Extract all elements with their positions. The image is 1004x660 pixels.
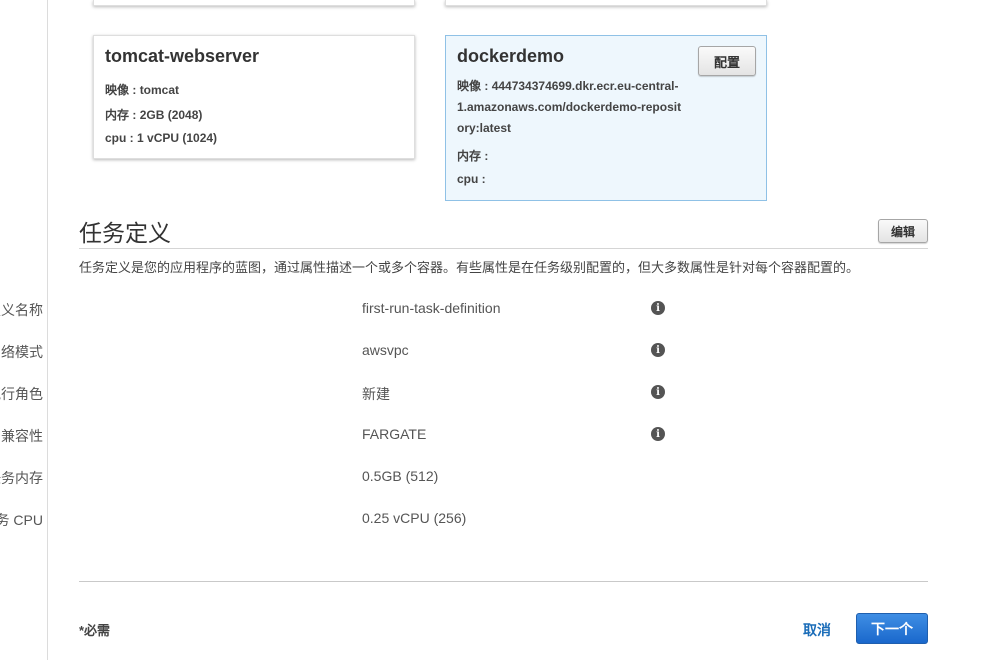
memory-label: 内存 :	[105, 108, 137, 122]
field-row-task-cpu: 任务 CPU 0.25 vCPU (256)	[0, 510, 700, 530]
required-note: *必需	[79, 623, 111, 638]
container-image: 映像 : tomcat	[105, 81, 179, 98]
info-icon[interactable]: i	[651, 301, 665, 315]
section-title: 任务定义	[79, 220, 171, 246]
container-memory: 内存 : 2GB (2048)	[105, 106, 202, 123]
field-row-task-memory: 任务内存 0.5GB (512)	[0, 468, 700, 488]
container-memory: 内存 :	[457, 147, 488, 164]
container-card-partial	[445, 0, 767, 6]
cpu-value: 1 vCPU (1024)	[137, 131, 218, 145]
field-label: 任务定义名称	[0, 302, 43, 318]
container-card-partial	[93, 0, 415, 6]
configure-button[interactable]: 配置	[698, 46, 756, 76]
section-description: 任务定义是您的应用程序的蓝图，通过属性描述一个或多个容器。有些属性是在任务级别配…	[79, 260, 860, 275]
field-label: 任务内存	[0, 470, 43, 486]
memory-label: 内存 :	[457, 149, 489, 163]
next-button[interactable]: 下一个	[856, 613, 928, 644]
field-row-compatibility: 兼容性 FARGATE i	[0, 426, 700, 446]
container-image: 映像 : 444734374699.dkr.ecr.eu-central-1.a…	[457, 76, 687, 139]
field-value: 0.5GB (512)	[362, 468, 439, 484]
container-card-dockerdemo[interactable]: dockerdemo 配置 映像 : 444734374699.dkr.ecr.…	[445, 35, 767, 201]
edit-button[interactable]: 编辑	[878, 219, 928, 243]
field-value: first-run-task-definition	[362, 300, 501, 316]
section-divider	[79, 248, 928, 249]
cpu-label: cpu :	[457, 172, 486, 186]
image-value: tomcat	[139, 83, 180, 97]
field-value: 0.25 vCPU (256)	[362, 510, 467, 526]
field-row-network-mode: 网络模式 awsvpc i	[0, 342, 700, 362]
page-left-border	[47, 0, 48, 660]
field-label: 任务执行角色	[0, 386, 43, 402]
memory-value: 2GB (2048)	[139, 108, 203, 122]
container-cpu: cpu : 1 vCPU (1024)	[105, 131, 217, 145]
info-icon[interactable]: i	[651, 385, 665, 399]
container-card-tomcat-webserver[interactable]: tomcat-webserver 映像 : tomcat 内存 : 2GB (2…	[93, 35, 415, 159]
info-icon[interactable]: i	[651, 427, 665, 441]
field-value: 新建	[362, 386, 390, 402]
field-row-task-execution-role: 任务执行角色 新建 i	[0, 384, 700, 404]
image-label: 映像 :	[105, 83, 137, 97]
container-name: tomcat-webserver	[105, 46, 260, 66]
field-label: 网络模式	[0, 344, 43, 360]
footer-divider	[79, 581, 928, 582]
field-label: 兼容性	[1, 428, 43, 444]
field-value: FARGATE	[362, 426, 427, 442]
cpu-label: cpu :	[105, 131, 134, 145]
cancel-link[interactable]: 取消	[803, 620, 831, 640]
field-label: 任务 CPU	[0, 512, 43, 528]
field-value: awsvpc	[362, 342, 409, 358]
container-name: dockerdemo	[457, 46, 565, 66]
image-value: 444734374699.dkr.ecr.eu-central-1.amazon…	[457, 79, 682, 135]
field-row-task-definition-name: 任务定义名称 first-run-task-definition i	[0, 300, 700, 320]
image-label: 映像 :	[457, 79, 489, 93]
container-cpu: cpu :	[457, 172, 486, 186]
info-icon[interactable]: i	[651, 343, 665, 357]
